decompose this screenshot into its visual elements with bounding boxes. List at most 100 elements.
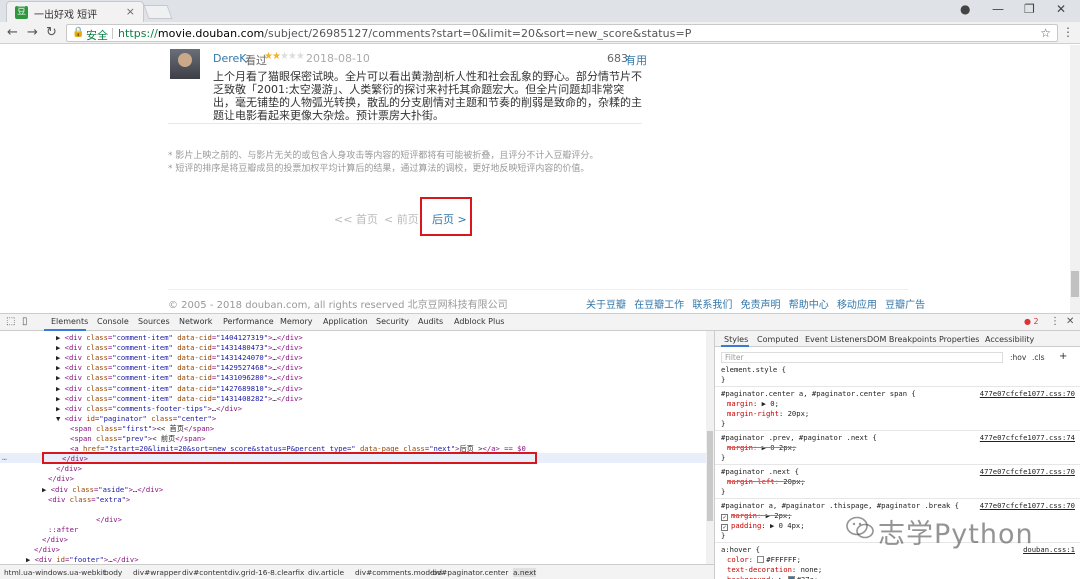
window-close-icon[interactable]: ✕ <box>1056 2 1066 16</box>
breadcrumb-item[interactable]: a.next <box>513 568 537 577</box>
css-property[interactable]: margin: ▶ 0; <box>727 399 779 409</box>
page-scrollbar[interactable] <box>1070 45 1080 313</box>
node-menu-icon[interactable]: … <box>2 453 7 462</box>
footer-link-ads[interactable]: 豆瓣广告 <box>885 300 925 311</box>
tab-sources[interactable]: Sources <box>138 317 170 326</box>
dom-node-line[interactable]: <span class="first"><< 首页</span> <box>70 424 214 434</box>
tab-styles[interactable]: Styles <box>724 335 748 344</box>
browser-tab[interactable]: 豆 一出好戏 短评 × <box>6 1 144 22</box>
footer-link-mobile[interactable]: 移动应用 <box>837 300 877 311</box>
css-rule-selector[interactable]: #paginator.center a, #paginator.center s… <box>721 389 916 399</box>
tab-application[interactable]: Application <box>323 317 368 326</box>
tab-properties[interactable]: Properties <box>939 335 979 344</box>
breadcrumb-item[interactable]: div#paginator.center <box>430 568 508 577</box>
new-rule-button[interactable]: + <box>1059 351 1067 362</box>
back-icon[interactable]: ← <box>7 25 18 40</box>
dom-node-line[interactable]: ▼ <div id="paginator" class="center"> <box>56 414 216 424</box>
new-tab-button[interactable] <box>143 5 173 19</box>
url-input[interactable]: 🔒 安全 https://movie.douban.com/subject/26… <box>66 24 1058 42</box>
breadcrumb-item[interactable]: div.article <box>308 568 344 577</box>
css-rule-selector[interactable]: element.style { <box>721 365 786 375</box>
footer-link-help[interactable]: 帮助中心 <box>789 300 829 311</box>
inspect-element-icon[interactable]: ⬚ <box>6 316 15 327</box>
dom-node-line[interactable]: ▶ <div class="comment-item" data-cid="14… <box>56 384 303 394</box>
comment-author-link[interactable]: DereK <box>213 52 247 65</box>
css-property[interactable]: margin: ▶ 2px; <box>721 511 792 521</box>
tab-performance[interactable]: Performance <box>223 317 274 326</box>
dom-node-line[interactable]: ▶ <div class="comment-item" data-cid="14… <box>56 373 303 383</box>
useful-vote-link[interactable]: 有用 <box>625 52 647 68</box>
tab-audits[interactable]: Audits <box>418 317 443 326</box>
css-property[interactable]: color: #FFFFFF; <box>727 555 801 565</box>
tab-adblock-plus[interactable]: Adblock Plus <box>454 317 504 326</box>
dom-node-line[interactable]: </div> <box>56 464 82 474</box>
hover-state-toggle[interactable]: :hov <box>1010 353 1026 362</box>
browser-menu-icon[interactable]: ⋮ <box>1062 25 1074 39</box>
breadcrumb-item[interactable]: div.grid-16-8.clearfix <box>228 568 304 577</box>
profile-icon[interactable]: ● <box>960 2 970 16</box>
forward-icon[interactable]: → <box>27 25 38 40</box>
css-property[interactable]: margin-right: 20px; <box>727 409 809 419</box>
styles-filter-input[interactable]: Filter <box>721 352 1003 363</box>
footer-link-jobs[interactable]: 在豆瓣工作 <box>634 300 684 311</box>
tab-elements[interactable]: Elements <box>51 317 88 326</box>
footer-link-disclaimer[interactable]: 免责声明 <box>741 300 781 311</box>
footer-link-contact[interactable]: 联系我们 <box>692 300 732 311</box>
tab-dom-breakpoints[interactable]: DOM Breakpoints <box>867 335 937 344</box>
tab-console[interactable]: Console <box>97 317 129 326</box>
tab-memory[interactable]: Memory <box>280 317 313 326</box>
dom-node-line[interactable]: ▶ <div class="aside">…</div> <box>42 485 163 495</box>
minimize-icon[interactable]: — <box>992 2 1004 16</box>
dom-node-line[interactable]: <div class="extra"> <box>48 495 130 505</box>
css-rule-source-link[interactable]: 477e07cfcfe1077.css:70 <box>980 467 1075 477</box>
dom-node-line[interactable]: ▶ <div class="comment-item" data-cid="14… <box>56 333 303 343</box>
tab-computed[interactable]: Computed <box>757 335 799 344</box>
breadcrumb-item[interactable]: html.ua-windows.ua-webkit <box>4 568 106 577</box>
breadcrumb-item[interactable]: body <box>104 568 122 577</box>
dom-node-line[interactable]: ▶ <div class="comments-footer-tips">…</d… <box>56 404 242 414</box>
css-rule-selector[interactable]: #paginator .next { <box>721 467 799 477</box>
error-count-badge[interactable]: ● 2 <box>1024 317 1039 326</box>
device-toolbar-icon[interactable]: ▯ <box>22 316 28 327</box>
page-scrollbar-thumb[interactable] <box>1071 271 1079 297</box>
css-rule-selector[interactable]: #paginator .prev, #paginator .next { <box>721 433 877 443</box>
dom-node-line[interactable]: </div> <box>34 545 60 555</box>
footer-link-about[interactable]: 关于豆瓣 <box>586 300 626 311</box>
tab-network[interactable]: Network <box>179 317 212 326</box>
css-property[interactable]: margin-left: 20px; <box>727 477 805 487</box>
css-rule-source-link[interactable]: 477e07cfcfe1077.css:74 <box>980 433 1075 443</box>
dom-node-line[interactable]: <span class="prev">< 前页</span> <box>70 434 206 444</box>
maximize-icon[interactable]: ❐ <box>1024 2 1035 16</box>
breadcrumb-item[interactable]: div#content <box>182 568 228 577</box>
css-rule-selector[interactable]: #paginator a, #paginator .thispage, #pag… <box>721 501 959 511</box>
tab-accessibility[interactable]: Accessibility <box>985 335 1034 344</box>
reload-icon[interactable]: ↻ <box>46 25 57 40</box>
elements-scrollbar[interactable] <box>706 331 714 564</box>
class-toggle[interactable]: .cls <box>1032 353 1045 362</box>
dom-node-line[interactable]: ▶ <div class="comment-item" data-cid="14… <box>56 343 303 353</box>
elements-scrollbar-thumb[interactable] <box>707 431 713 521</box>
tab-event-listeners[interactable]: Event Listeners <box>805 335 867 344</box>
breadcrumb-item[interactable]: div#wrapper <box>133 568 181 577</box>
css-rule-source-link[interactable]: 477e07cfcfe1077.css:70 <box>980 501 1075 511</box>
css-property[interactable]: padding: ▶ 0 4px; <box>721 521 805 531</box>
css-property[interactable]: text-decoration: none; <box>727 565 822 575</box>
css-property[interactable]: background: ▶ #37a; <box>727 575 818 579</box>
bookmark-star-icon[interactable]: ☆ <box>1040 26 1051 40</box>
devtools-close-icon[interactable]: ✕ <box>1066 316 1074 327</box>
dom-node-line[interactable]: ▶ <div class="comment-item" data-cid="14… <box>56 394 303 404</box>
css-property[interactable]: margin: ▶ 0 2px; <box>727 443 796 453</box>
elements-tree[interactable]: … ▶ <div class="comment-item" data-cid="… <box>0 331 706 564</box>
dom-node-line[interactable]: ▶ <div id="footer">…</div> <box>26 555 139 564</box>
dom-node-line[interactable]: ▶ <div class="comment-item" data-cid="14… <box>56 363 303 373</box>
avatar[interactable] <box>170 49 200 79</box>
css-rule-selector[interactable]: a:hover { <box>721 545 760 555</box>
css-rule-source-link[interactable]: 477e07cfcfe1077.css:70 <box>980 389 1075 399</box>
dom-node-line[interactable]: </div> <box>42 535 68 545</box>
dom-node-line[interactable]: ::after <box>48 525 78 535</box>
dom-node-line[interactable]: </div> <box>96 515 122 525</box>
dom-node-line[interactable]: </div> <box>48 474 74 484</box>
tab-security[interactable]: Security <box>376 317 409 326</box>
tab-close-icon[interactable]: × <box>126 5 135 18</box>
devtools-menu-icon[interactable]: ⋮ <box>1050 316 1060 327</box>
